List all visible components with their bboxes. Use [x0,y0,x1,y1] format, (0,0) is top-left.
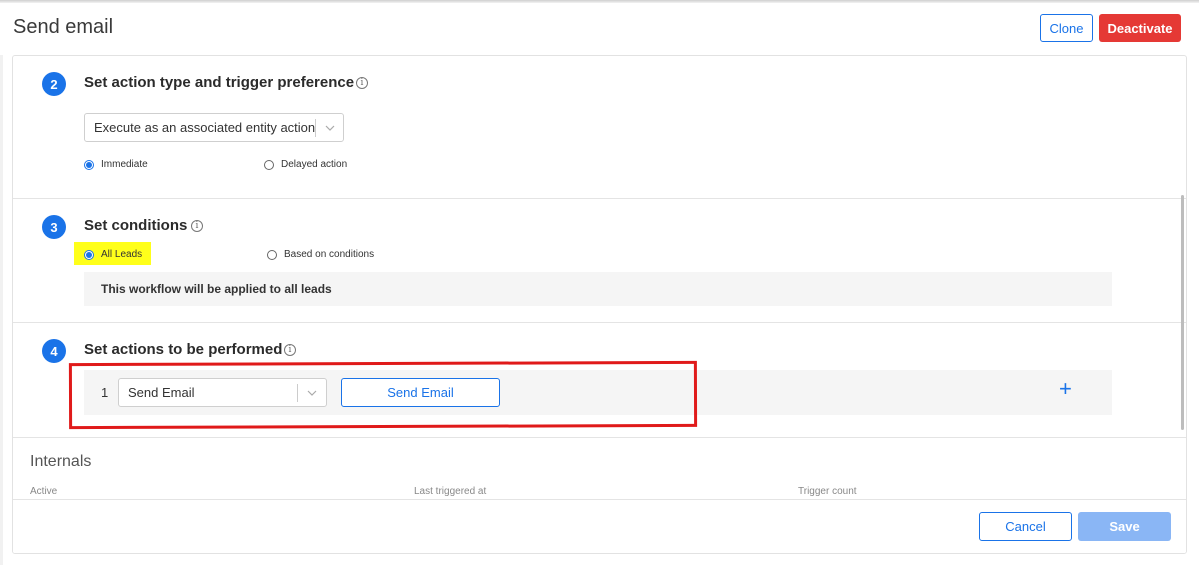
step-number-badge: 4 [42,339,66,363]
left-edge [0,55,3,565]
radio-unselected-icon [264,159,274,170]
radio-based-on-conditions[interactable]: Based on conditions [267,249,374,260]
step-title: Set action type and trigger preference [84,74,355,91]
page-title: Send email [13,16,114,38]
deactivate-button[interactable]: Deactivate [1099,14,1181,42]
footer-bar: Cancel Save [13,499,1186,553]
radio-selected-icon [84,249,94,260]
column-header-last-triggered: Last triggered at [414,486,487,497]
internals-title: Internals [30,453,92,470]
top-shadow [0,0,1199,3]
conditions-note: This workflow will be applied to all lea… [84,272,1112,306]
step-number-badge: 2 [42,72,66,96]
radio-label: Based on conditions [284,249,375,260]
radio-label: All Leads [101,249,143,260]
step-number-badge: 3 [42,215,66,239]
annotation-box [68,360,698,430]
clone-button[interactable]: Clone [1040,14,1093,42]
step-2-section: 2 Set action type and trigger preference… [13,56,1186,199]
radio-label: Immediate [101,159,148,170]
cancel-button[interactable]: Cancel [979,512,1072,541]
column-header-trigger-count: Trigger count [798,486,857,497]
info-icon[interactable]: i [191,220,203,232]
radio-delayed-action[interactable]: Delayed action [264,159,347,170]
chevron-down-icon[interactable] [316,125,343,131]
plus-icon[interactable]: + [1059,378,1072,400]
info-icon[interactable]: i [356,77,368,89]
action-type-select[interactable]: Execute as an associated entity action [84,113,344,142]
step-title: Set conditions [84,217,188,234]
radio-unselected-icon [267,249,277,260]
radio-selected-icon [84,159,94,170]
column-header-active: Active [30,486,58,497]
save-button[interactable]: Save [1078,512,1171,541]
radio-label: Delayed action [281,159,348,170]
action-type-select-value: Execute as an associated entity action [94,120,316,135]
workflow-panel: 2 Set action type and trigger preference… [12,55,1187,554]
step-title: Set actions to be performed [84,341,283,358]
info-icon[interactable]: i [284,344,296,356]
scrollbar[interactable] [1181,195,1184,430]
radio-all-leads[interactable]: All Leads [84,249,142,260]
radio-immediate[interactable]: Immediate [84,159,148,170]
